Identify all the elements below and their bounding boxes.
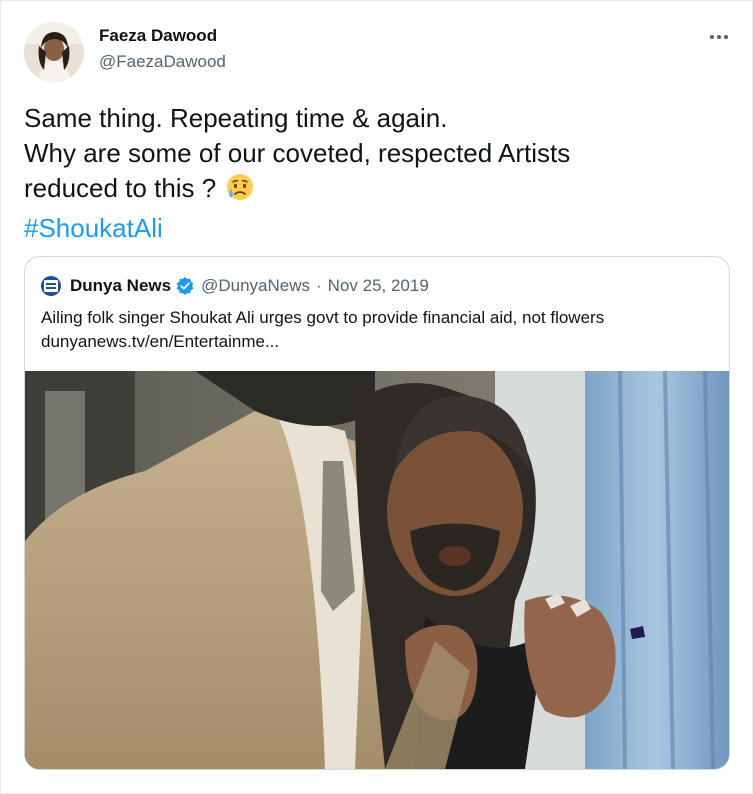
tweet-card: Faeza Dawood @FaezaDawood Same thing. Re…: [0, 0, 753, 794]
quoted-link[interactable]: dunyanews.tv/en/Entertainme...: [41, 330, 604, 354]
quoted-tweet-header: Dunya News @DunyaNews · Nov 25, 2019: [41, 276, 429, 296]
hashtag-link[interactable]: #ShoukatAli: [24, 211, 724, 246]
quoted-tweet-text: Ailing folk singer Shoukat Ali urges gov…: [41, 306, 604, 354]
quoted-author-name: Dunya News: [70, 276, 172, 295]
tweet-line-3: reduced to this ?: [24, 171, 724, 211]
sad-but-relieved-face-icon: [225, 172, 255, 211]
tweet-text: Same thing. Repeating time & again. Why …: [24, 101, 724, 246]
tweet-line-2: Why are some of our coveted, respected A…: [24, 138, 571, 168]
avatar-image: [24, 22, 84, 82]
tweet-line-3-text: reduced to this ?: [24, 173, 217, 203]
avatar[interactable]: [24, 22, 84, 82]
quoted-date: Nov 25, 2019: [327, 276, 429, 295]
quoted-tweet[interactable]: Dunya News @DunyaNews · Nov 25, 2019 Ail…: [24, 256, 730, 770]
more-options-icon[interactable]: [704, 28, 734, 46]
tweet-line-1: Same thing. Repeating time & again.: [24, 103, 448, 133]
quoted-author-handle: @DunyaNews: [201, 276, 310, 295]
quoted-photo[interactable]: [25, 370, 729, 769]
verified-badge-icon: [175, 276, 195, 296]
dot-separator: ·: [316, 276, 322, 295]
dunya-news-logo-icon: [41, 276, 61, 296]
author-name[interactable]: Faeza Dawood: [99, 26, 217, 46]
photo-illustration: [25, 370, 729, 769]
author-handle[interactable]: @FaezaDawood: [99, 52, 226, 72]
quoted-text-line: Ailing folk singer Shoukat Ali urges gov…: [41, 308, 605, 327]
